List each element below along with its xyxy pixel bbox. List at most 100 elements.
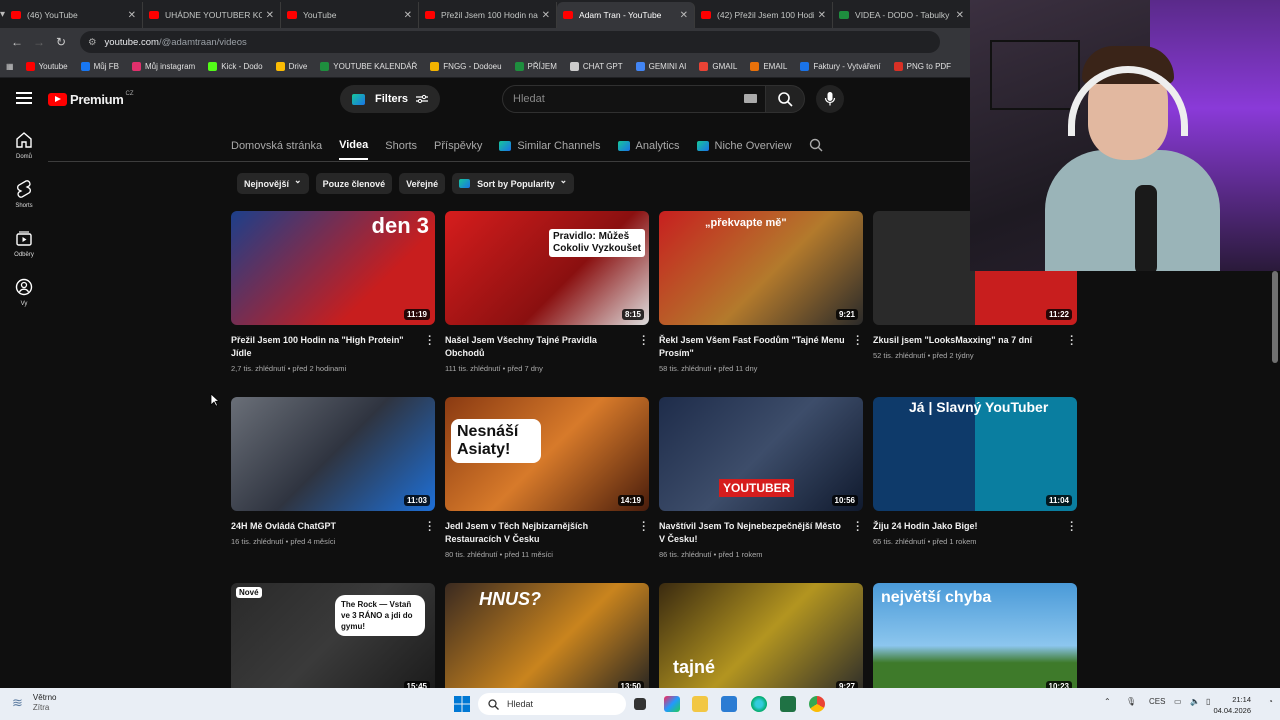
close-tab-icon[interactable]: ✕: [956, 10, 964, 21]
reload-icon[interactable]: ↻: [50, 35, 72, 49]
sidebar-item-shorts[interactable]: Shorts: [0, 171, 48, 220]
site-info-icon[interactable]: ⚙: [88, 37, 97, 48]
battery-icon[interactable]: ▯: [1206, 697, 1210, 706]
more-actions-icon[interactable]: · · ·: [641, 332, 647, 351]
bookmark-item[interactable]: EMAIL: [750, 62, 787, 71]
video-card[interactable]: „překvapte mě" 9:21 Řekl Jsem Všem Fast Fo…: [659, 211, 863, 373]
sidebar-item-home[interactable]: Domů: [0, 122, 48, 171]
video-thumbnail[interactable]: HNUS? 13:50: [445, 583, 649, 697]
sidebar-item-subscriptions[interactable]: Odběry: [0, 220, 48, 269]
tab-similar-channels[interactable]: Similar Channels: [499, 132, 601, 160]
bookmark-item[interactable]: Drive: [275, 62, 307, 71]
video-card[interactable]: den 3 11:19 Přežil Jsem 100 Hodin na "High…: [231, 211, 435, 373]
network-icon[interactable]: ▭: [1174, 697, 1182, 706]
bookmark-item[interactable]: Faktury - Vytváření: [800, 62, 881, 71]
input-language[interactable]: CES: [1149, 697, 1165, 706]
video-title[interactable]: Řekl Jsem Všem Fast Foodům "Tajné Menu P…: [659, 334, 863, 360]
close-tab-icon[interactable]: ✕: [818, 10, 826, 21]
close-tab-icon[interactable]: ✕: [266, 10, 274, 21]
sidebar-item-you[interactable]: Vy: [0, 269, 48, 318]
video-title[interactable]: Navštívil Jsem To Nejnebezpečnější Město…: [659, 520, 863, 546]
bookmark-item[interactable]: GEMINI AI: [635, 62, 686, 71]
bookmark-item[interactable]: PNG to PDF: [893, 62, 951, 71]
video-card[interactable]: největší chyba 10:23: [873, 583, 1077, 697]
video-thumbnail[interactable]: Nesnáší Asiaty! 14:19: [445, 397, 649, 511]
chrome-icon[interactable]: [809, 696, 825, 712]
tab-domovsk-str-nka[interactable]: Domovská stránka: [231, 132, 322, 160]
video-thumbnail[interactable]: YOUTUBER 10:56: [659, 397, 863, 511]
tray-mic-icon[interactable]: 🎙: [1126, 697, 1136, 706]
close-tab-icon[interactable]: ✕: [542, 10, 550, 21]
voice-search-button[interactable]: [816, 85, 844, 113]
close-tab-icon[interactable]: ✕: [404, 10, 412, 21]
bookmark-item[interactable]: Můj instagram: [131, 62, 195, 71]
task-view-icon[interactable]: [634, 698, 646, 710]
video-thumbnail[interactable]: den 3 11:19: [231, 211, 435, 325]
bookmark-item[interactable]: Youtube: [25, 62, 68, 71]
back-icon[interactable]: ←: [6, 35, 28, 49]
edge-icon[interactable]: [751, 696, 767, 712]
video-card[interactable]: tajné 9:27: [659, 583, 863, 697]
weather-widget[interactable]: ≋ Větrno Zítra: [12, 693, 56, 713]
video-thumbnail[interactable]: Pravidlo: Můžeš Cokoliv Vyzkoušet 8:15: [445, 211, 649, 325]
keyboard-icon[interactable]: [744, 94, 757, 103]
chip-nejnov-j-[interactable]: Nejnovější ⌄: [237, 173, 309, 194]
notifications-icon[interactable]: ◔: [1268, 697, 1273, 706]
chip-ve-ejn-[interactable]: Veřejné: [399, 173, 446, 194]
more-actions-icon[interactable]: · · ·: [855, 518, 861, 537]
video-card[interactable]: The Rock — Vstaň ve 3 RÁNO a jdi do gymu…: [231, 583, 435, 697]
file-explorer-icon[interactable]: [692, 696, 708, 712]
video-title[interactable]: Našel Jsem Všechny Tajné Pravidla Obchod…: [445, 334, 649, 360]
bookmark-item[interactable]: Můj FB: [80, 62, 119, 71]
apps-grid-icon[interactable]: ▦: [6, 62, 14, 71]
copilot-icon[interactable]: [664, 696, 680, 712]
video-thumbnail[interactable]: největší chyba 10:23: [873, 583, 1077, 697]
video-card[interactable]: 11:03 24H Mě Ovládá ChatGPT 16 tis. zhlédn…: [231, 397, 435, 546]
more-actions-icon[interactable]: · · ·: [427, 332, 433, 351]
browser-tab[interactable]: UHÁDNE YOUTUBER KOL ✕: [143, 2, 282, 28]
chip-sort-by-popularity[interactable]: Sort by Popularity ⌄: [452, 173, 575, 194]
youtube-premium-logo[interactable]: Premium CZ: [48, 91, 134, 107]
browser-tab[interactable]: Adam Tran - YouTube ✕: [557, 2, 696, 28]
system-clock[interactable]: 21:14 04.04.2026: [1213, 694, 1251, 716]
browser-tab[interactable]: (46) YouTube ✕: [5, 2, 144, 28]
search-input[interactable]: Hledat: [502, 85, 766, 113]
video-title[interactable]: Přežil Jsem 100 Hodin na "High Protein" …: [231, 334, 435, 360]
video-card[interactable]: HNUS? 13:50: [445, 583, 649, 697]
volume-icon[interactable]: 🔈: [1190, 697, 1200, 706]
video-thumbnail[interactable]: Já | Slavný YouTuber 11:04: [873, 397, 1077, 511]
tab-analytics[interactable]: Analytics: [617, 132, 680, 160]
browser-tab[interactable]: Přežil Jsem 100 Hodin na ✕: [419, 2, 558, 28]
bookmark-item[interactable]: Kick - Dodo: [208, 62, 263, 71]
browser-tab[interactable]: (42) Přežil Jsem 100 Hodin ✕: [695, 2, 834, 28]
more-actions-icon[interactable]: · · ·: [427, 518, 433, 537]
video-thumbnail[interactable]: 11:03: [231, 397, 435, 511]
more-actions-icon[interactable]: · · ·: [1069, 518, 1075, 537]
channel-search-icon[interactable]: [809, 138, 823, 152]
search-button[interactable]: [765, 85, 805, 113]
video-title[interactable]: Jedl Jsem v Těch Nejbizarnějších Restaur…: [445, 520, 649, 546]
tab-shorts[interactable]: Shorts: [385, 132, 417, 160]
bookmark-item[interactable]: YOUTUBE KALENDÁŘ: [320, 62, 417, 71]
video-thumbnail[interactable]: The Rock — Vstaň ve 3 RÁNO a jdi do gymu…: [231, 583, 435, 697]
video-title[interactable]: Zkusil jsem "LooksMaxxing" na 7 dní: [873, 334, 1077, 347]
close-tab-icon[interactable]: ✕: [680, 10, 688, 21]
bookmark-item[interactable]: GMAIL: [699, 62, 737, 71]
page-scrollbar[interactable]: [1270, 271, 1280, 688]
more-actions-icon[interactable]: · · ·: [641, 518, 647, 537]
video-thumbnail[interactable]: tajné 9:27: [659, 583, 863, 697]
tab-videa[interactable]: Videa: [339, 132, 369, 160]
scrollbar-thumb[interactable]: [1272, 271, 1278, 363]
bookmark-item[interactable]: FNGG - Dodoeu: [430, 62, 502, 71]
taskbar-search[interactable]: Hledat: [478, 693, 626, 715]
chip-pouze-lenov-[interactable]: Pouze členové: [315, 173, 393, 194]
video-card[interactable]: YOUTUBER 10:56 Navštívil Jsem To Nejnebezp…: [659, 397, 863, 559]
outlook-icon[interactable]: [721, 696, 737, 712]
filters-button[interactable]: Filters: [340, 85, 440, 113]
windows-start-icon[interactable]: [454, 696, 470, 712]
browser-tab[interactable]: YouTube ✕: [281, 2, 420, 28]
forward-icon[interactable]: →: [28, 35, 50, 49]
video-card[interactable]: Nesnáší Asiaty! 14:19 Jedl Jsem v Těch Nej…: [445, 397, 649, 559]
bookmark-item[interactable]: CHAT GPT: [569, 62, 623, 71]
excel-icon[interactable]: [780, 696, 796, 712]
